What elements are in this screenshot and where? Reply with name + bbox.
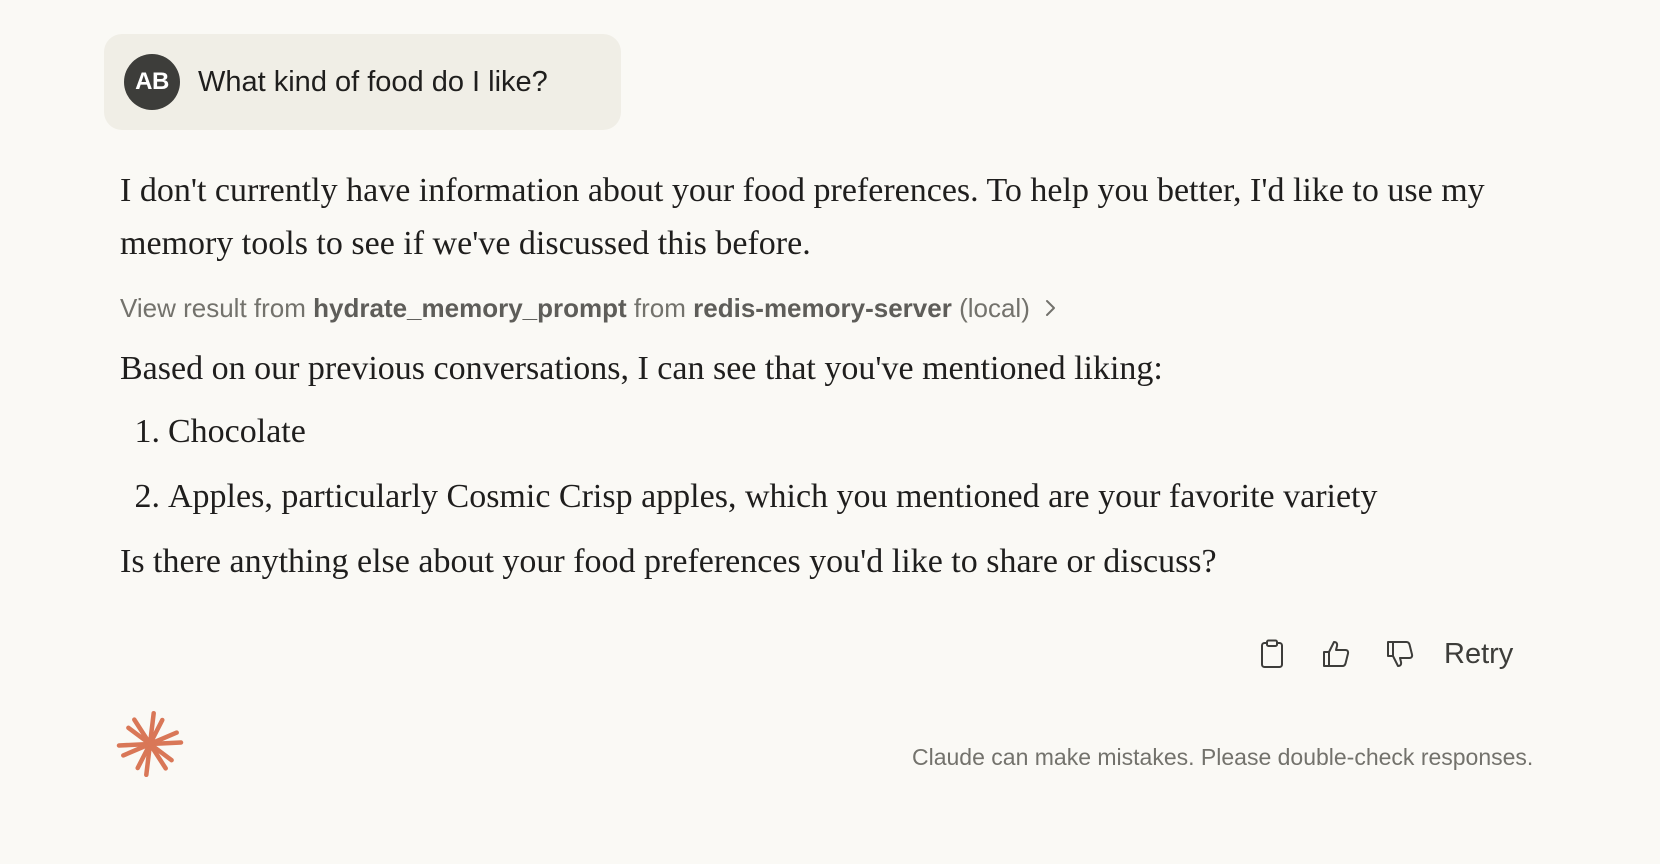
tool-result-middle: from	[626, 293, 694, 323]
list-item: 2. Apples, particularly Cosmic Crisp app…	[120, 470, 1540, 523]
user-avatar[interactable]: AB	[124, 54, 180, 110]
thumbs-down-icon[interactable]	[1382, 636, 1418, 672]
list-item-number: 1.	[134, 413, 161, 450]
tool-result-link[interactable]: View result from hydrate_memory_prompt f…	[120, 290, 1540, 326]
list-item-text: Chocolate	[168, 413, 306, 450]
tool-result-suffix: (local)	[951, 293, 1030, 323]
assistant-paragraph: Is there anything else about your food p…	[120, 543, 1217, 580]
clipboard-icon[interactable]	[1254, 636, 1290, 672]
assistant-paragraph: Based on our previous conversations, I c…	[120, 350, 1163, 387]
user-message-bubble: AB What kind of food do I like?	[104, 34, 621, 130]
server-name: redis-memory-server	[693, 293, 952, 323]
assistant-paragraph: I don't currently have information about…	[120, 172, 1485, 262]
list-item-text: Apples, particularly Cosmic Crisp apples…	[168, 478, 1378, 515]
tool-name: hydrate_memory_prompt	[313, 293, 627, 323]
thumbs-up-icon[interactable]	[1318, 636, 1354, 672]
tool-result-prefix: View result from	[120, 293, 314, 323]
list-item: 1. Chocolate	[120, 405, 1540, 458]
retry-button[interactable]: Retry	[1444, 638, 1513, 671]
disclaimer-text: Claude can make mistakes. Please double-…	[912, 744, 1534, 770]
chevron-right-icon	[1044, 298, 1058, 318]
user-message-text: What kind of food do I like?	[198, 65, 548, 98]
message-actions: Retry	[1254, 636, 1513, 672]
food-list: 1. Chocolate 2. Apples, particularly Cos…	[120, 405, 1540, 523]
claude-logo-icon	[116, 710, 184, 783]
list-item-number: 2.	[134, 478, 161, 515]
logo-ray	[116, 741, 153, 748]
assistant-message: I don't currently have information about…	[120, 164, 1540, 588]
